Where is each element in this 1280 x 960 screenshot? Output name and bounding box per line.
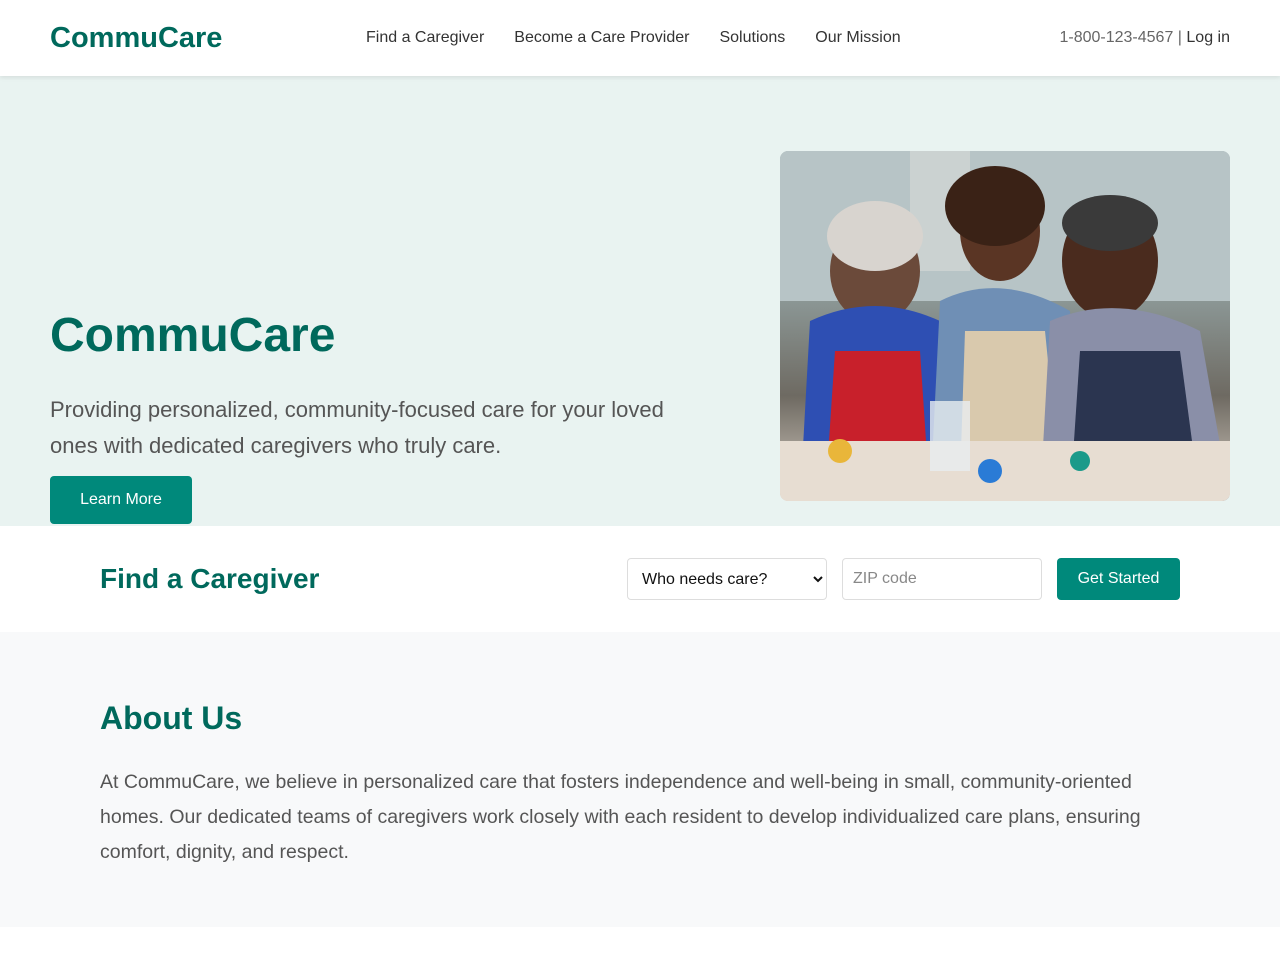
login-link[interactable]: Log in — [1186, 29, 1230, 46]
hero: CommuCare Providing personalized, commun… — [0, 76, 1280, 526]
main-nav: Find a Caregiver Become a Care Provider … — [366, 29, 901, 47]
nav-solutions[interactable]: Solutions — [719, 29, 785, 47]
about-title: About Us — [100, 700, 243, 736]
phone-number: 1-800-123-4567 — [1059, 29, 1174, 46]
hero-title: CommuCare — [50, 309, 336, 362]
hero-photo-illustration — [780, 151, 1230, 501]
hero-subtitle-text: Providing personalized, community-focuse… — [50, 397, 664, 458]
nav-become-provider[interactable]: Become a Care Provider — [514, 29, 689, 47]
get-started-button[interactable]: Get Started — [1057, 558, 1180, 600]
contact: 1-800-123-4567 | Log in — [1059, 29, 1230, 47]
hero-image — [780, 151, 1230, 501]
about-section: About Us At CommuCare, we believe in per… — [0, 632, 1280, 927]
separator: | — [1173, 29, 1187, 46]
who-needs-care-select[interactable]: Who needs care? — [627, 558, 827, 600]
nav-our-mission[interactable]: Our Mission — [815, 29, 900, 47]
about-body: At CommuCare, we believe in personalized… — [100, 771, 1141, 863]
logo[interactable]: CommuCare — [50, 22, 366, 55]
find-caregiver-section: Find a Caregiver Who needs care? Get Sta… — [0, 526, 1280, 632]
hero-subtitle: Providing personalized, community-focuse… — [50, 392, 670, 524]
learn-more-button[interactable]: Learn More — [50, 476, 192, 524]
zip-code-input[interactable] — [842, 558, 1042, 600]
nav-find-caregiver[interactable]: Find a Caregiver — [366, 29, 484, 47]
site-header: CommuCare Find a Caregiver Become a Care… — [0, 0, 1280, 76]
search-form: Who needs care? Get Started — [627, 558, 1180, 600]
find-caregiver-title: Find a Caregiver — [100, 563, 320, 594]
